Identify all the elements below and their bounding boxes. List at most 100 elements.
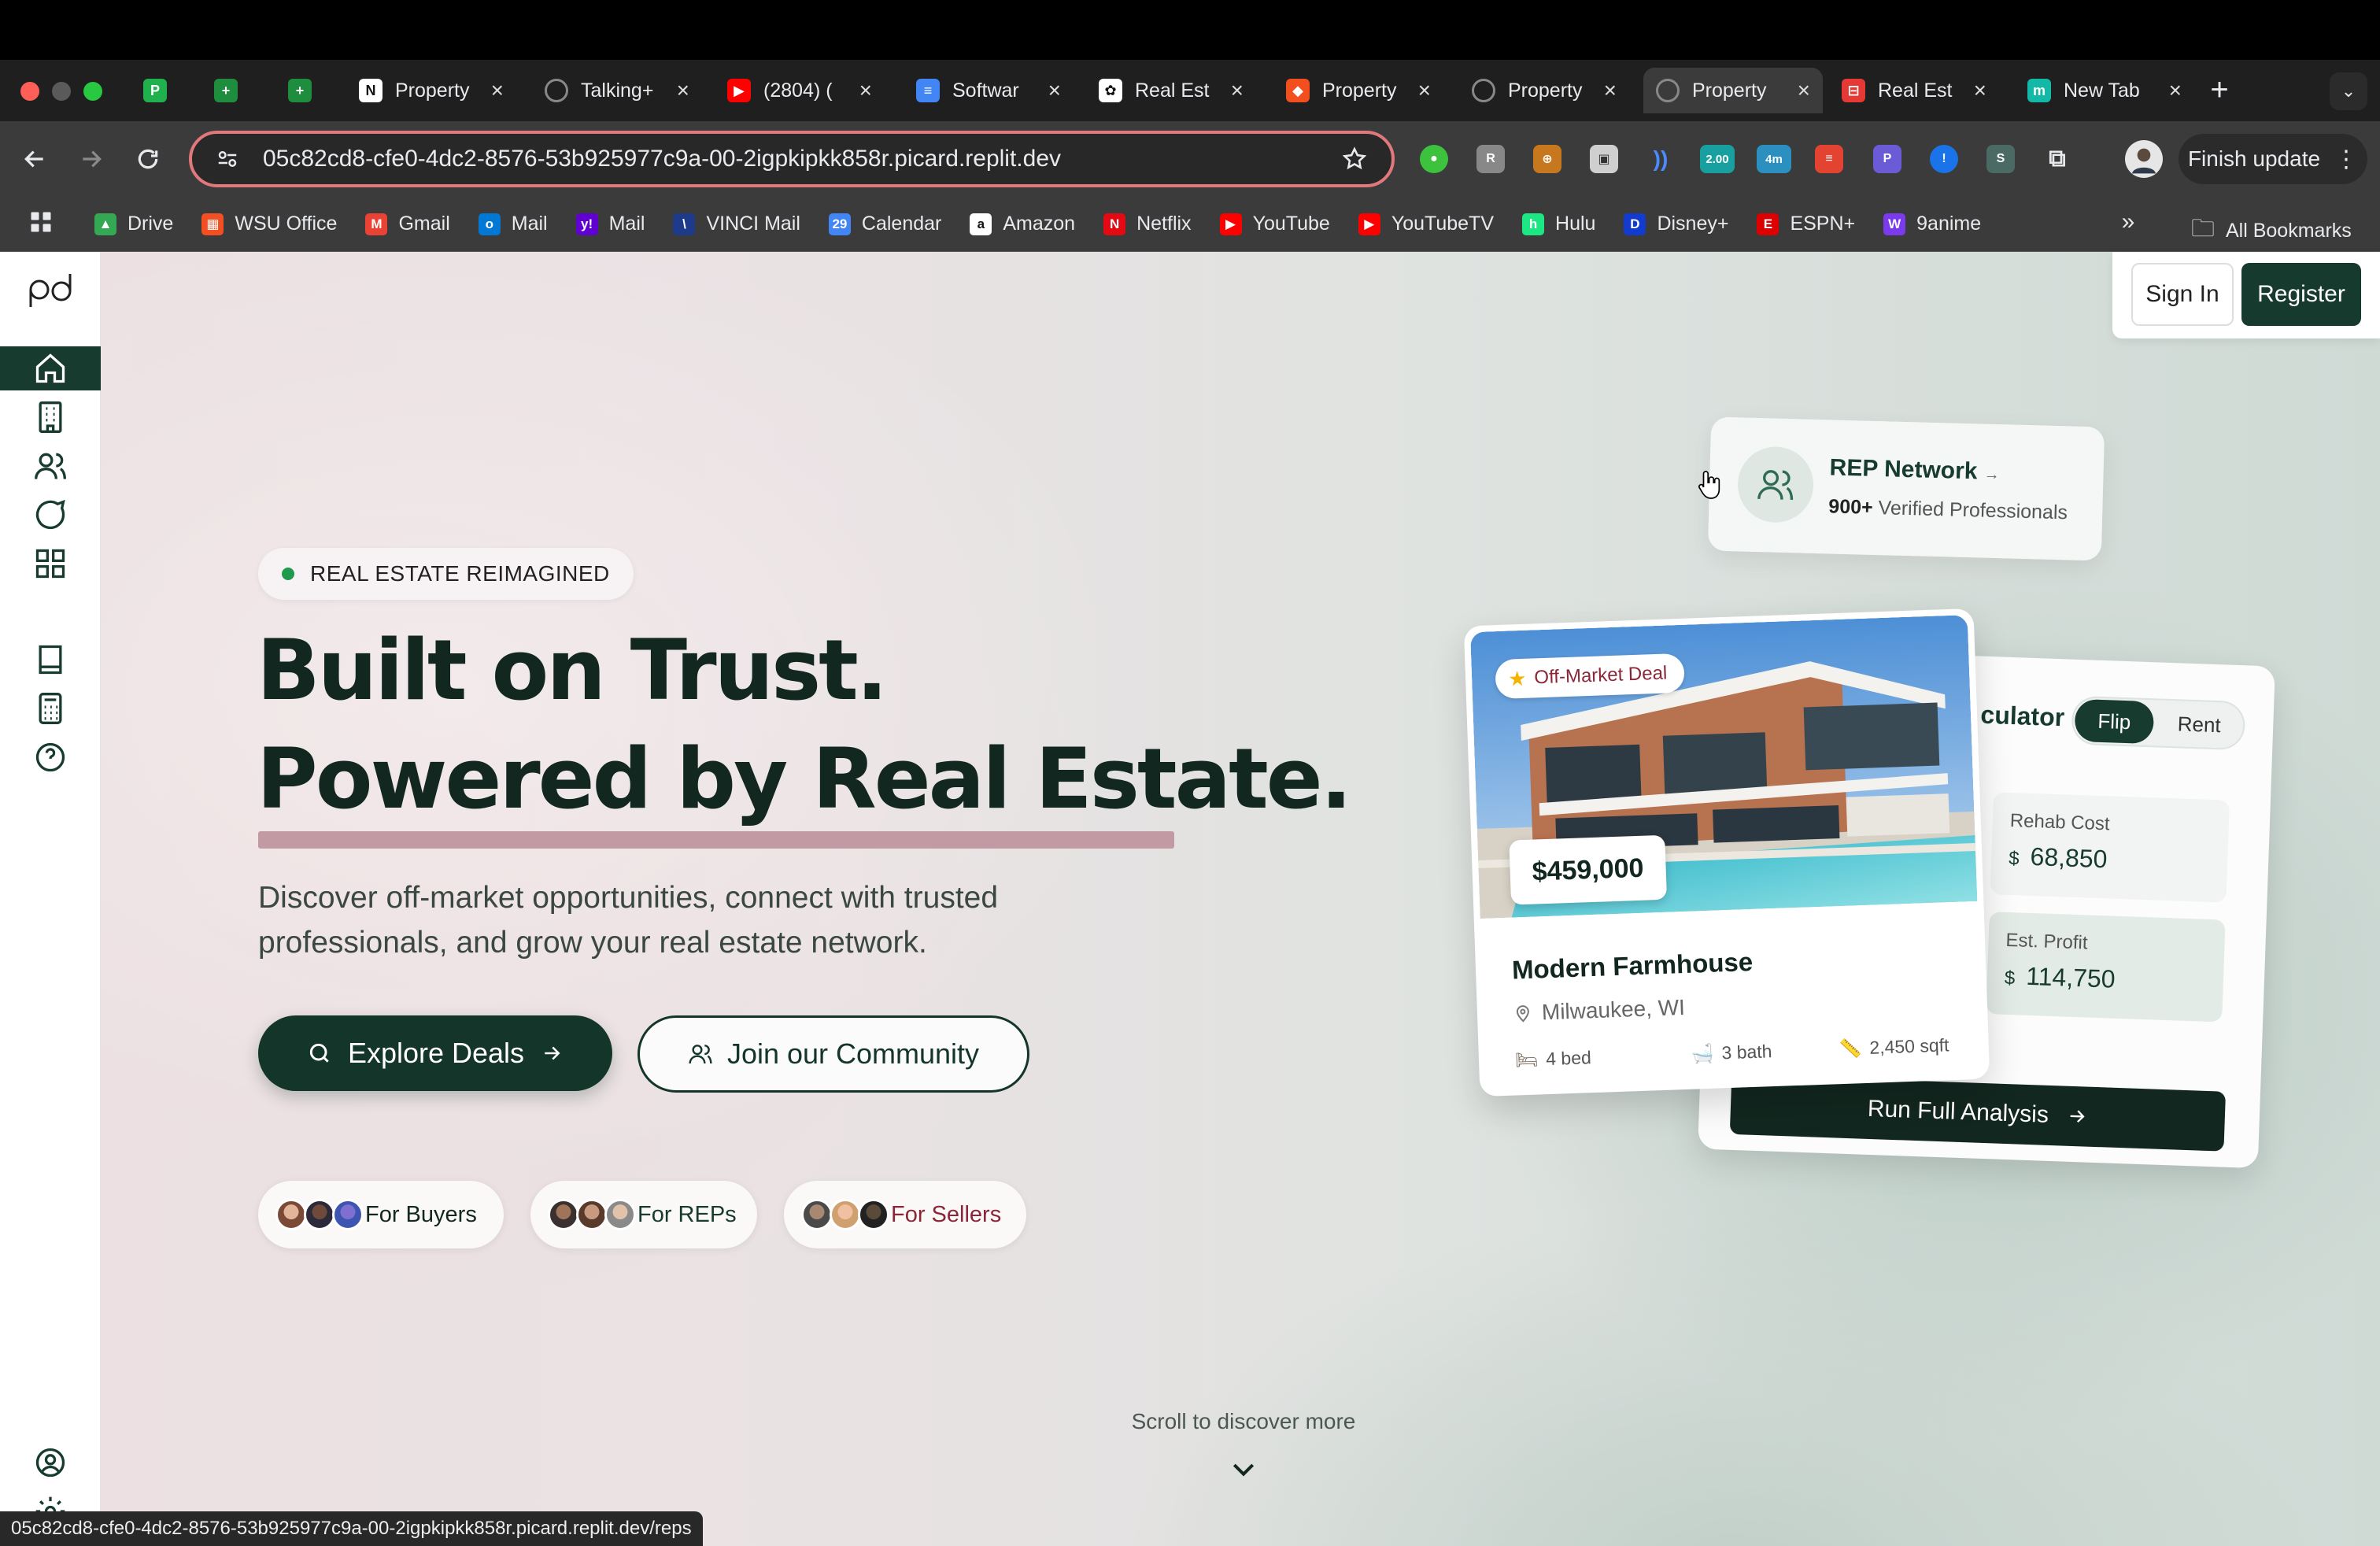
browser-tab[interactable]: P [131,68,181,113]
bath-icon: 🛁 [1691,1042,1714,1064]
maximize-window-button[interactable] [83,82,102,101]
close-tab-icon[interactable]: × [1418,78,1431,103]
all-bookmarks-folder[interactable]: 🗀 All Bookmarks [2191,211,2352,251]
status-dot [282,568,294,580]
extension-s-icon[interactable]: S [1986,145,2015,173]
chevron-down-icon[interactable] [1228,1453,1259,1485]
flip-toggle-button[interactable]: Flip [2074,698,2155,745]
browser-tab[interactable]: + [201,68,252,113]
bookmark-item[interactable]: o Mail [478,213,548,235]
browser-tab[interactable]: ✿ Real Est × [1086,68,1256,113]
close-tab-icon[interactable]: × [677,78,689,103]
for-sellers-chip[interactable]: For Sellers [784,1181,1026,1248]
extension-clock-icon[interactable]: 4m [1757,145,1791,173]
tab-search-chevron-icon[interactable]: ⌄ [2330,72,2367,110]
bookmark-item[interactable]: M Gmail [365,213,450,235]
close-tab-icon[interactable]: × [1604,78,1617,103]
sidebar-item-guides[interactable] [0,638,101,682]
browser-tab[interactable]: Property × [1643,68,1823,113]
app-sidebar [0,252,101,1546]
close-tab-icon[interactable]: × [491,78,504,103]
address-bar[interactable]: 05c82cd8-cfe0-4dc2-8576-53b925977c9a-00-… [189,131,1395,187]
bookmark-item[interactable]: W 9anime [1883,213,1981,235]
close-tab-icon[interactable]: × [859,78,872,103]
close-tab-icon[interactable]: × [1048,78,1061,103]
bookmark-item[interactable]: ▶ YouTubeTV [1358,213,1494,235]
sidebar-item-home[interactable] [0,346,101,390]
close-tab-icon[interactable]: × [2169,78,2182,103]
bookmark-item[interactable]: h Hulu [1522,213,1595,235]
url-text[interactable]: 05c82cd8-cfe0-4dc2-8576-53b925977c9a-00-… [263,146,1341,172]
minimize-window-button[interactable] [52,82,71,101]
bookmark-item[interactable]: ▶ YouTube [1219,213,1330,235]
sidebar-item-network[interactable] [0,444,101,488]
openai-icon: ✿ [1099,79,1122,102]
browser-tab[interactable]: ⊟ Real Est × [1829,68,1999,113]
extension-wave-icon[interactable]: )) [1646,145,1675,173]
extension-screen-icon[interactable]: ▣ [1590,145,1618,173]
more-bookmarks-chevron-icon[interactable]: » [2109,203,2147,241]
sidebar-item-help[interactable] [0,735,101,779]
sidebar-item-dashboard[interactable] [0,542,101,586]
register-button[interactable]: Register [2241,263,2361,326]
explore-deals-button[interactable]: Explore Deals [258,1015,612,1091]
avatar [604,1199,636,1230]
for-reps-chip[interactable]: For REPs [530,1181,757,1248]
extensions-puzzle-icon[interactable]: ⧉ [2043,145,2071,173]
bookmark-item[interactable]: \ VINCI Mail [673,213,800,235]
site-info-icon[interactable] [216,147,239,171]
extension-info-icon[interactable]: ! [1930,145,1958,173]
extension-purple-icon[interactable]: P [1873,145,1901,173]
back-button[interactable] [16,140,54,178]
extension-todoist-icon[interactable]: ≡ [1815,145,1843,173]
browser-tab[interactable]: Talking+ × [532,68,702,113]
bookmark-item[interactable]: N Netflix [1103,213,1192,235]
app-logo[interactable] [24,271,79,310]
hero-badge-text: REAL ESTATE REIMAGINED [310,561,610,586]
close-tab-icon[interactable]: × [1231,78,1244,103]
tab-title: Property [1508,79,1583,102]
bookmark-item[interactable]: E ESPN+ [1757,213,1855,235]
calculator-icon [39,693,62,724]
apps-grid-icon[interactable] [22,203,60,241]
bookmark-item[interactable]: a Amazon [970,213,1075,235]
extension-green-icon[interactable]: ● [1420,145,1448,173]
tab-title: Property [395,79,470,102]
join-community-button[interactable]: Join our Community [638,1015,1029,1093]
close-window-button[interactable] [20,82,39,101]
finish-update-button[interactable]: Finish update ⋮ [2179,134,2367,184]
new-tab-button[interactable]: + [2201,71,2238,109]
bookmark-item[interactable]: ▲ Drive [94,213,173,235]
close-tab-icon[interactable]: × [1974,78,1986,103]
profile-avatar[interactable] [2125,140,2163,178]
close-tab-icon[interactable]: × [1798,78,1810,103]
rep-network-card[interactable]: REP Network → 900+ Verified Professional… [1707,416,2105,561]
bookmark-item[interactable]: ▦ WSU Office [201,213,337,235]
run-full-analysis-button[interactable]: Run Full Analysis [1729,1074,2227,1152]
browser-tab[interactable]: m New Tab × [2015,68,2194,113]
browser-tab[interactable]: ◆ Property × [1273,68,1443,113]
bookmark-item[interactable]: D Disney+ [1624,213,1728,235]
extension-grey-icon[interactable]: R [1476,145,1505,173]
for-buyers-chip[interactable]: For Buyers [258,1181,504,1248]
sidebar-item-messages[interactable] [0,493,101,537]
extension-timer-icon[interactable]: 2.00 [1700,145,1735,173]
bookmark-item[interactable]: y! Mail [575,213,645,235]
browser-tab[interactable]: ▶ (2804) (× [715,68,885,113]
extension-orange-icon[interactable]: ⊕ [1533,145,1561,173]
reload-button[interactable] [129,140,167,178]
browser-tab[interactable]: ≡ Softwar × [904,68,1074,113]
forward-button[interactable] [72,140,110,178]
property-image: ★ Off-Market Deal $459,000 [1470,615,1978,919]
bookmark-item[interactable]: 29 Calendar [828,213,941,235]
browser-tab[interactable]: N Property × [346,68,516,113]
bookmark-star-icon[interactable] [1341,146,1368,172]
browser-tab[interactable]: + [275,68,326,113]
browser-tab[interactable]: Property × [1459,68,1629,113]
sidebar-item-properties[interactable] [0,395,101,439]
rent-toggle-button[interactable]: Rent [2159,702,2239,747]
sidebar-item-calculator[interactable] [0,686,101,730]
sidebar-item-account[interactable] [0,1441,101,1485]
property-listing-card[interactable]: ★ Off-Market Deal $459,000 Modern Farmho… [1463,608,1990,1097]
sign-in-button[interactable]: Sign In [2131,263,2234,326]
